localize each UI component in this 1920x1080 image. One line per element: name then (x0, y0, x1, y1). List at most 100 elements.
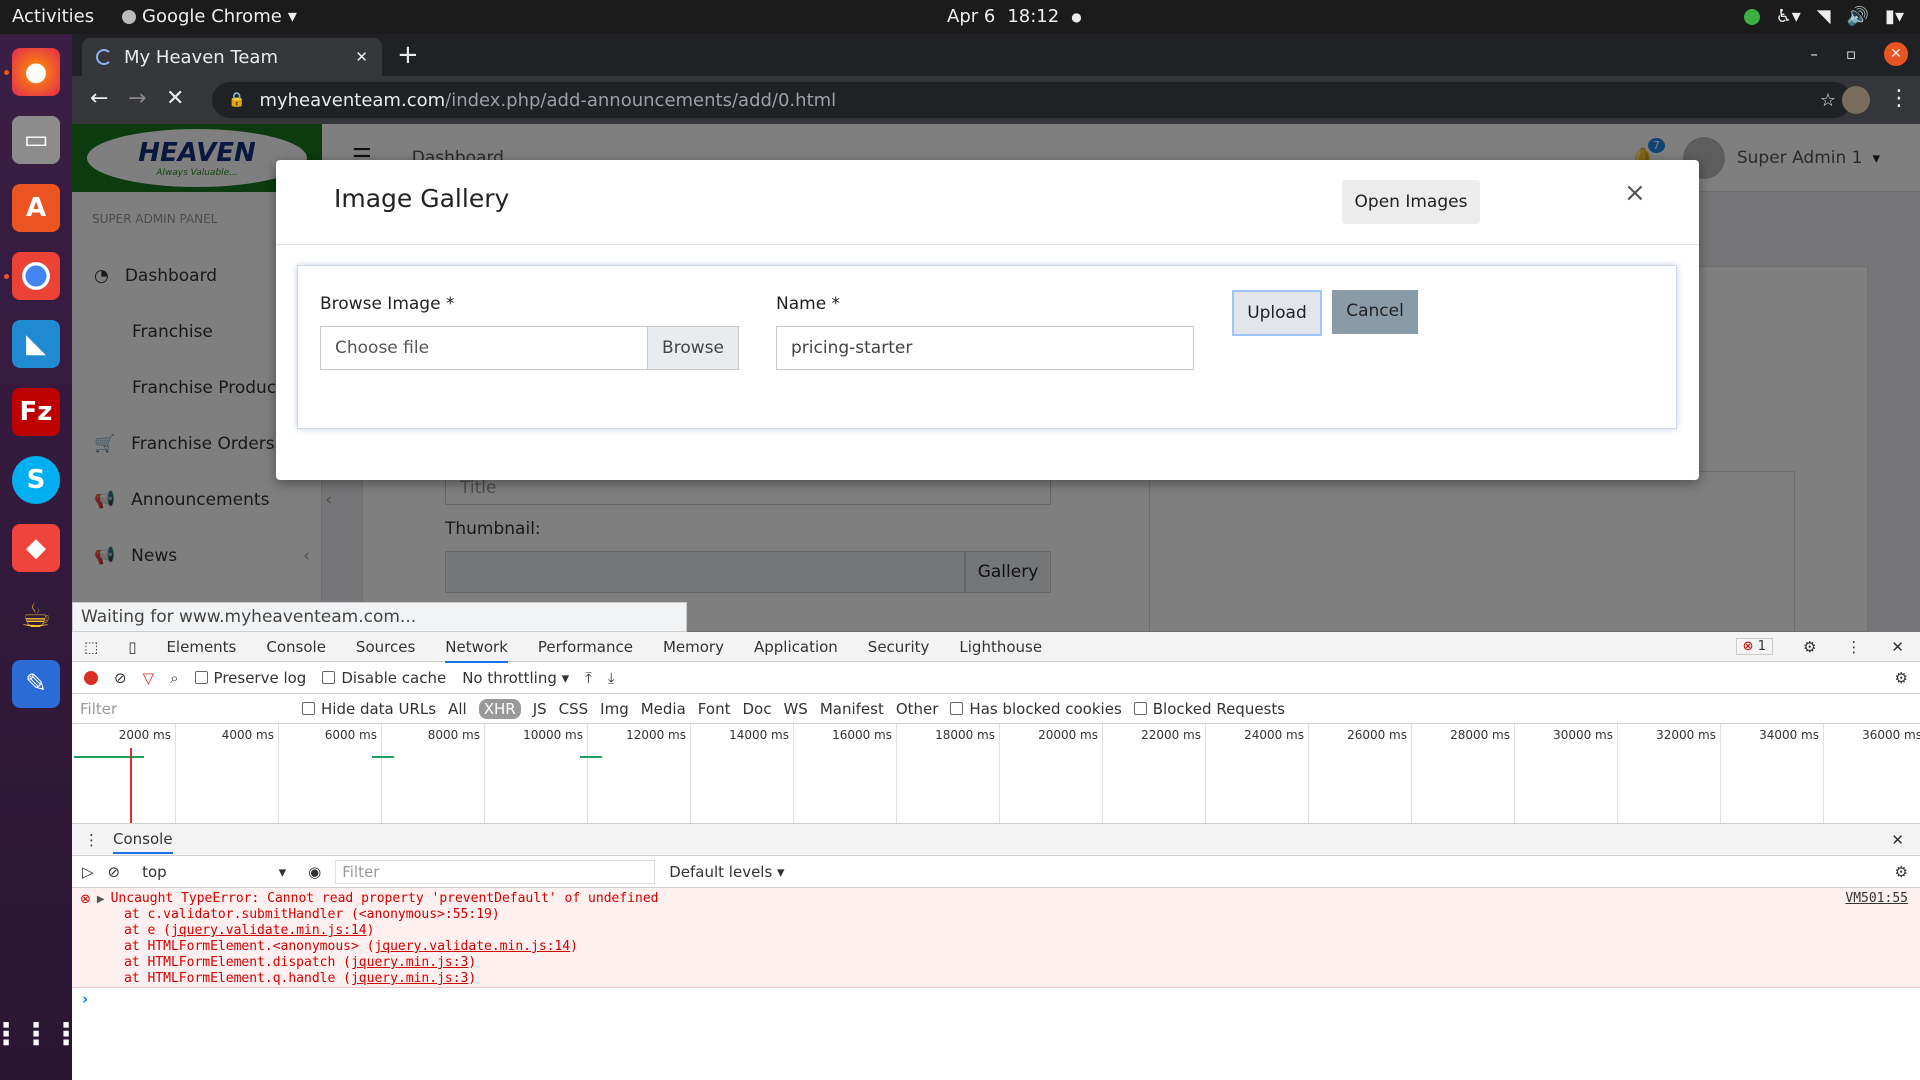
type-other[interactable]: Other (896, 700, 939, 718)
record-icon[interactable] (84, 670, 98, 685)
console-settings-icon[interactable]: ⚙ (1895, 863, 1908, 881)
close-devtools-icon[interactable]: ✕ (1891, 638, 1904, 656)
inspect-icon[interactable]: ⬚ (84, 638, 98, 656)
browse-button[interactable]: Browse (647, 326, 739, 370)
maximize-icon[interactable]: ▫ (1846, 45, 1856, 63)
browse-image-label: Browse Image * (320, 294, 455, 314)
clock[interactable]: Apr 6 18:12 ● (947, 6, 1082, 27)
type-img[interactable]: Img (600, 700, 629, 718)
accessibility-icon: ♿▾ (1775, 6, 1801, 27)
throttling-select[interactable]: No throttling ▾ (462, 669, 569, 687)
preserve-log-checkbox[interactable]: Preserve log (194, 669, 306, 687)
chrome-icon[interactable] (12, 252, 60, 300)
blocked-requests-checkbox[interactable]: Blocked Requests (1133, 700, 1285, 718)
close-window-icon[interactable]: ✕ (1884, 42, 1908, 66)
sidebar-toggle-icon[interactable]: ▷ (82, 863, 94, 881)
more-icon[interactable]: ⋮ (1846, 638, 1861, 656)
timeline-gridline (690, 724, 691, 823)
timeline-gridline (587, 724, 588, 823)
expand-arrow-icon[interactable]: ▶ (97, 894, 105, 905)
tab-sources[interactable]: Sources (356, 638, 415, 656)
eye-icon[interactable]: ◉ (308, 863, 321, 881)
file-input[interactable]: Choose file (320, 326, 648, 370)
type-css[interactable]: CSS (559, 700, 589, 718)
app-grid-icon[interactable]: ⋮⋮⋮ (0, 1010, 81, 1058)
type-manifest[interactable]: Manifest (820, 700, 884, 718)
import-har-icon[interactable]: ⤒ (585, 669, 592, 687)
upload-button[interactable]: Upload (1232, 290, 1322, 336)
files-icon[interactable]: ▭ (12, 116, 60, 164)
stop-icon[interactable]: ✕ (166, 86, 184, 111)
drawer-menu-icon[interactable]: ⋮ (84, 831, 99, 849)
tab-console[interactable]: Console (266, 638, 326, 656)
stack-frame-link[interactable]: jquery.min.js:3 (351, 971, 468, 986)
tab-application[interactable]: Application (754, 638, 838, 656)
firefox-icon[interactable]: ● (12, 48, 60, 96)
tab-memory[interactable]: Memory (663, 638, 724, 656)
clear-console-icon[interactable]: ⊘ (108, 863, 121, 881)
console-prompt-icon[interactable]: › (82, 990, 88, 1008)
network-filter-input[interactable]: Filter (80, 700, 290, 718)
tab-elements[interactable]: Elements (166, 638, 236, 656)
close-tab-icon[interactable]: ✕ (355, 48, 368, 66)
context-select[interactable]: top ▾ (134, 863, 294, 881)
type-js[interactable]: JS (533, 700, 547, 718)
disable-cache-checkbox[interactable]: Disable cache (322, 669, 446, 687)
tab-security[interactable]: Security (868, 638, 930, 656)
console-filter-input[interactable]: Filter (335, 859, 656, 884)
hide-data-urls-checkbox[interactable]: Hide data URLs (302, 700, 436, 718)
network-settings-icon[interactable]: ⚙ (1895, 669, 1908, 687)
name-input[interactable]: pricing-starter (776, 326, 1194, 370)
filter-icon[interactable]: ▽ (143, 669, 155, 687)
checkbox (302, 702, 315, 715)
cancel-button[interactable]: Cancel (1332, 290, 1418, 334)
browser-tab[interactable]: My Heaven Team ✕ (82, 38, 382, 76)
stack-frame-link[interactable]: jquery.min.js:3 (351, 955, 468, 970)
back-icon[interactable]: ← (90, 86, 108, 111)
minimize-icon[interactable]: – (1810, 45, 1818, 63)
profile-avatar[interactable] (1842, 86, 1870, 114)
type-all[interactable]: All (448, 700, 467, 718)
open-images-button[interactable]: Open Images (1342, 180, 1480, 224)
activities-button[interactable]: Activities (12, 6, 94, 27)
stack-frame-link[interactable]: jquery.validate.min.js:14 (374, 939, 570, 954)
tab-performance[interactable]: Performance (538, 638, 633, 656)
has-blocked-cookies-checkbox[interactable]: Has blocked cookies (950, 700, 1122, 718)
drawer-console-tab[interactable]: Console (113, 826, 173, 854)
levels-select[interactable]: Default levels ▾ (669, 863, 784, 881)
text-editor-icon[interactable]: ✎ (12, 660, 60, 708)
forward-icon[interactable]: → (128, 86, 146, 111)
skype-icon[interactable]: S (12, 456, 60, 504)
settings-icon[interactable]: ⚙ (1803, 638, 1816, 656)
type-doc[interactable]: Doc (742, 700, 771, 718)
network-overview-timeline[interactable]: 2000 ms 4000 ms 6000 ms 8000 ms 10000 ms 1200… (72, 724, 1920, 824)
error-count-badge[interactable]: ⊗ 1 (1735, 638, 1773, 655)
clear-icon[interactable]: ⊘ (114, 669, 127, 687)
stack-frame-link[interactable]: jquery.validate.min.js:14 (171, 923, 367, 938)
software-center-icon[interactable]: A (12, 184, 60, 232)
menu-icon[interactable]: ⋮ (1888, 86, 1910, 111)
type-media[interactable]: Media (641, 700, 686, 718)
app-menu[interactable]: Google Chrome ▾ (122, 6, 297, 27)
battery-icon: ▮▾ (1885, 6, 1904, 27)
system-tray[interactable]: ♿▾ ◥ 🔊 ▮▾ (1743, 6, 1904, 27)
new-tab-icon[interactable]: + (397, 40, 419, 70)
close-icon[interactable]: × (1624, 178, 1646, 208)
type-font[interactable]: Font (698, 700, 731, 718)
device-toolbar-icon[interactable]: ▯ (128, 638, 136, 656)
search-icon[interactable]: ⌕ (170, 669, 178, 687)
error-source-link[interactable]: VM501:55 (1845, 891, 1908, 907)
tab-network[interactable]: Network (445, 638, 508, 663)
star-icon[interactable]: ☆ (1820, 90, 1836, 111)
vscode-icon[interactable]: ◣ (12, 320, 60, 368)
filezilla-icon[interactable]: Fz (12, 388, 60, 436)
close-drawer-icon[interactable]: ✕ (1891, 831, 1904, 849)
tab-lighthouse[interactable]: Lighthouse (959, 638, 1042, 656)
address-bar[interactable]: 🔒 myheaventeam.com/index.php/add-announc… (212, 82, 1852, 118)
teapot-icon[interactable]: ☕ (12, 592, 60, 640)
type-ws[interactable]: WS (783, 700, 807, 718)
type-xhr[interactable]: XHR (478, 698, 521, 719)
checkbox-label: Disable cache (341, 668, 447, 687)
export-har-icon[interactable]: ⤓ (608, 669, 615, 687)
anydesk-icon[interactable]: ◆ (12, 524, 60, 572)
